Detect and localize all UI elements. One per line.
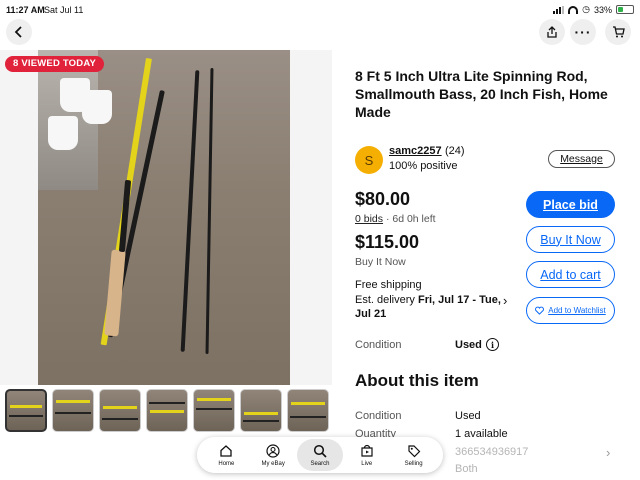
status-bar: 11:27 AM Sat Jul 11 ◷ 33% <box>0 0 640 20</box>
add-to-watchlist-button[interactable]: Add to Watchlist <box>526 297 615 324</box>
search-icon <box>313 444 327 458</box>
bid-info: 0 bids · 6d 0h left <box>355 213 436 225</box>
home-icon <box>220 444 233 457</box>
cart-button[interactable] <box>605 19 631 45</box>
battery-icon <box>616 5 634 14</box>
place-bid-button[interactable]: Place bid <box>526 191 615 218</box>
thumbnail[interactable] <box>287 389 329 432</box>
thumbnail-strip <box>5 389 329 432</box>
message-button[interactable]: Message <box>548 150 615 168</box>
status-time: 11:27 AM <box>6 5 45 15</box>
spec-label: Condition <box>355 410 402 422</box>
thumbnail[interactable] <box>240 389 282 432</box>
share-icon <box>547 26 557 38</box>
tab-search[interactable]: Search <box>296 439 343 471</box>
condition-label: Condition <box>355 339 402 351</box>
more-button[interactable]: ··· <box>570 19 596 45</box>
spec-value: 1 available <box>455 428 508 440</box>
delivery-prefix: Est. delivery <box>355 294 418 306</box>
tab-label: Search <box>310 460 330 467</box>
live-icon <box>361 444 373 457</box>
buy-it-now-button[interactable]: Buy It Now <box>526 226 615 253</box>
bottom-tab-bar: Home My eBay Search Live Selling <box>197 437 443 473</box>
status-indicators: ◷ 33% <box>553 4 634 15</box>
thumbnail[interactable] <box>193 389 235 432</box>
tab-label: My eBay <box>261 460 285 467</box>
watchlist-label: Add to Watchlist <box>548 306 606 315</box>
thumbnail[interactable] <box>146 389 188 432</box>
chevron-left-icon <box>14 26 22 38</box>
chevron-right-icon[interactable]: › <box>606 445 610 460</box>
listing-photo <box>38 50 290 385</box>
avatar[interactable]: S <box>355 146 383 174</box>
add-to-cart-button[interactable]: Add to cart <box>526 261 615 288</box>
buy-now-price: $115.00 <box>355 232 420 252</box>
signal-icon <box>553 5 565 14</box>
spec-value: Both <box>455 463 478 475</box>
condition-value: Used <box>455 339 482 351</box>
tag-icon <box>407 444 420 457</box>
info-icon[interactable]: i <box>486 338 499 351</box>
free-shipping: Free shipping <box>355 279 422 291</box>
tab-label: Live <box>361 460 373 467</box>
thumbnail[interactable] <box>99 389 141 432</box>
about-heading: About this item <box>355 371 479 390</box>
buy-now-label: Buy It Now <box>355 256 406 268</box>
seller-feedback-count: (24) <box>445 145 465 157</box>
share-button[interactable] <box>539 19 565 45</box>
heart-icon <box>535 306 545 315</box>
time-left: · 6d 0h left <box>383 213 436 225</box>
thumbnail[interactable] <box>5 389 47 432</box>
spec-value: 366534936917 <box>455 446 529 458</box>
seller-name-link[interactable]: samc2257 <box>389 145 442 157</box>
current-bid-price: $80.00 <box>355 189 411 209</box>
thumbnail[interactable] <box>52 389 94 432</box>
lock-rotation-icon: ◷ <box>582 4 590 14</box>
listing-title: 8 Ft 5 Inch Ultra Lite Spinning Rod, Sma… <box>355 68 608 120</box>
back-button[interactable] <box>6 19 32 45</box>
battery-percent: 33% <box>593 4 612 15</box>
tab-my-ebay[interactable]: My eBay <box>250 439 296 471</box>
main-photo[interactable] <box>0 50 332 385</box>
tab-label: Selling <box>404 460 423 467</box>
seller-positive: 100% positive <box>389 160 458 172</box>
wifi-icon <box>568 5 579 14</box>
tab-label: Home <box>218 460 235 467</box>
bid-count-link[interactable]: 0 bids <box>355 213 383 225</box>
user-icon <box>266 443 280 458</box>
chevron-right-icon[interactable]: › <box>503 293 507 308</box>
status-date: Sat Jul 11 <box>44 5 84 15</box>
estimated-delivery[interactable]: Est. delivery Fri, Jul 17 - Tue, Jul 21 <box>355 293 505 321</box>
tab-live[interactable]: Live <box>344 439 390 471</box>
viewed-today-badge: 8 VIEWED TODAY <box>5 56 105 72</box>
tab-selling[interactable]: Selling <box>391 439 437 471</box>
cart-icon <box>612 26 625 38</box>
more-icon: ··· <box>574 24 592 40</box>
tab-home[interactable]: Home <box>203 439 249 471</box>
spec-value: Used <box>455 410 481 422</box>
